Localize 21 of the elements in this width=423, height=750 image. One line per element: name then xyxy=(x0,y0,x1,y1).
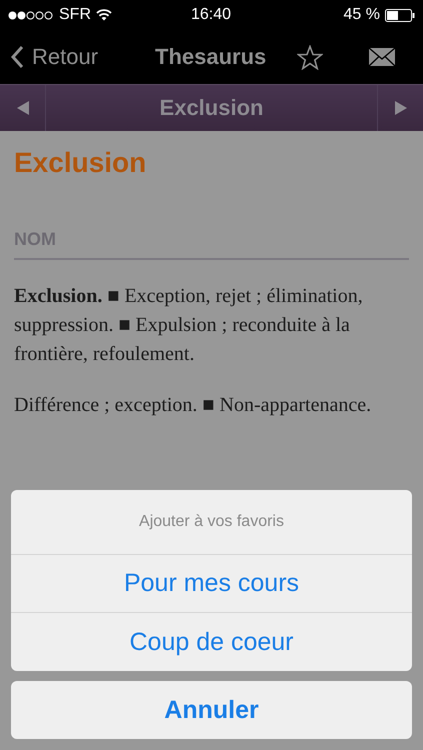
action-option[interactable]: Coup de coeur xyxy=(11,613,412,671)
status-time: 16:40 xyxy=(190,6,232,24)
right-triangle-icon xyxy=(394,100,408,116)
action-sheet-title: Ajouter à vos favoris xyxy=(11,490,412,555)
signal-icon xyxy=(8,10,54,20)
chevron-icon xyxy=(10,45,24,69)
action-option[interactable]: Pour mes cours xyxy=(11,555,412,613)
mail-icon[interactable] xyxy=(368,47,396,67)
cancel-button[interactable]: Annuler xyxy=(11,681,412,739)
star-icon[interactable] xyxy=(297,44,323,70)
back-button[interactable]: Retour xyxy=(10,44,98,70)
wifi-icon xyxy=(96,9,112,21)
entry-bar-title: Exclusion xyxy=(158,95,264,121)
definition-paragraph: Exclusion. ■ Exception, rejet ; élimination, suppression. ■ Expulsion ; reconduite à la frontière, refoulement. xyxy=(14,284,364,367)
carrier-name: SFR xyxy=(59,6,91,24)
left-triangle-icon xyxy=(16,100,30,116)
entry-heading: Exclusion xyxy=(14,147,148,179)
nav-title: Thesaurus xyxy=(155,44,266,70)
definition-paragraph: Différence ; exception. ■ Non-appartenance. xyxy=(14,393,372,418)
battery-icon xyxy=(385,8,415,22)
battery-percent: 45 % xyxy=(344,6,380,24)
